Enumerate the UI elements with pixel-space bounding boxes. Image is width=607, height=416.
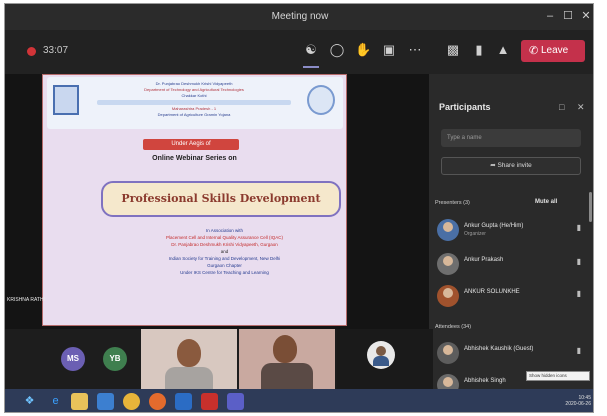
clock-date: 2020-06-26 bbox=[565, 401, 591, 407]
teams-icon[interactable] bbox=[227, 393, 244, 410]
window-titlebar: Meeting now – ☐ ✕ bbox=[5, 4, 593, 30]
camera-icon[interactable]: ▩ bbox=[445, 42, 461, 58]
participant-video-tile[interactable] bbox=[141, 329, 237, 389]
panel-scrollbar[interactable] bbox=[589, 192, 592, 222]
invite-search-input[interactable]: Type a name bbox=[441, 129, 581, 147]
participant-row[interactable]: ANKUR SOLUNKHE ▮ bbox=[437, 283, 587, 311]
person-head bbox=[177, 339, 201, 367]
header-line: Department of Agriculture Gramin Yojana bbox=[157, 112, 231, 117]
chat-icon[interactable]: ◯ bbox=[329, 42, 345, 58]
participant-video-tile[interactable] bbox=[337, 329, 433, 389]
participant-name: Ankur Gupta (He/Him) bbox=[464, 223, 524, 229]
close-panel-icon[interactable]: ✕ bbox=[577, 102, 585, 113]
avatar-initials: MS bbox=[67, 354, 79, 363]
profile-photo-shirt bbox=[373, 356, 389, 366]
active-tab-indicator bbox=[303, 66, 319, 68]
mute-all-button[interactable]: Mute all bbox=[535, 199, 557, 205]
person-body bbox=[165, 367, 213, 389]
university-logo-icon bbox=[53, 85, 79, 115]
department-seal-icon bbox=[307, 85, 335, 115]
recording-indicator-icon bbox=[27, 47, 36, 56]
window-title: Meeting now bbox=[271, 11, 329, 22]
presenters-section-header[interactable]: Presenters (3) bbox=[435, 200, 470, 206]
people-icon[interactable]: ☯ bbox=[303, 42, 319, 58]
avatar bbox=[437, 342, 459, 364]
series-title: Online Webinar Series on bbox=[152, 155, 237, 162]
leave-button[interactable]: ✆ Leave bbox=[521, 40, 585, 62]
avatar bbox=[437, 253, 459, 275]
shared-slide: Dr. Punjabrao Deshmukh Krishi Vidyapeeth… bbox=[42, 74, 347, 326]
assoc-line: Gurgaon Chapter bbox=[207, 263, 242, 268]
explorer-icon[interactable] bbox=[71, 393, 88, 410]
avatar[interactable]: MS bbox=[61, 347, 85, 371]
ie-icon[interactable]: e bbox=[47, 393, 64, 410]
shared-content-stage: Dr. Punjabrao Deshmukh Krishi Vidyapeeth… bbox=[5, 74, 429, 329]
person-body bbox=[261, 363, 313, 389]
meeting-timer: 33:07 bbox=[43, 45, 69, 56]
firefox-icon[interactable] bbox=[149, 393, 166, 410]
participant-row[interactable]: Ankur Prakash ▮ bbox=[437, 251, 587, 279]
tray-tooltip: Show hidden icons bbox=[526, 371, 590, 381]
start-icon[interactable]: ❖ bbox=[21, 393, 38, 410]
acrobat-icon[interactable] bbox=[201, 393, 218, 410]
participants-title: Participants bbox=[439, 102, 491, 112]
raise-hand-icon[interactable]: ✋ bbox=[355, 42, 371, 58]
mic-off-icon: ▮ bbox=[576, 346, 581, 355]
rooms-icon[interactable]: ▣ bbox=[381, 42, 397, 58]
association-text: In Association with Placement Cell and I… bbox=[103, 227, 346, 276]
avatar bbox=[437, 219, 459, 241]
participant-row[interactable]: Abhishek Kaushik (Guest) ▮ bbox=[437, 340, 587, 368]
outlook-icon[interactable] bbox=[175, 393, 192, 410]
aegis-banner: Under Aegis of bbox=[143, 139, 239, 150]
share-invite-label: Share invite bbox=[497, 162, 532, 169]
main-title: Professional Skills Development bbox=[101, 181, 341, 217]
popout-icon[interactable]: □ bbox=[559, 102, 564, 112]
attendees-section-header[interactable]: Attendees (34) bbox=[435, 324, 471, 330]
participant-name: Abhishek Kaushik (Guest) bbox=[464, 346, 534, 352]
mic-off-icon: ▮ bbox=[576, 289, 581, 298]
participants-panel: Participants □ ✕ Type a name ➦ Share inv… bbox=[429, 74, 593, 404]
participant-name: ANKUR SOLUNKHE bbox=[464, 289, 520, 295]
meeting-toolbar: 33:07 ☯ ◯ ✋ ▣ ⋯ ▩ ▮ ▲ ✆ Leave bbox=[5, 30, 593, 74]
phone-icon: ✆ bbox=[529, 45, 539, 57]
person-head bbox=[273, 335, 297, 363]
store-icon[interactable] bbox=[97, 393, 114, 410]
assoc-line: Under IKS Centre for Teaching and Learni… bbox=[180, 270, 269, 275]
participant-role: Organizer bbox=[464, 231, 486, 237]
profile-photo-face bbox=[376, 346, 386, 356]
maximize-button[interactable]: ☐ bbox=[561, 9, 575, 23]
mic-icon: ▮ bbox=[576, 223, 581, 232]
participant-name: Abhishek Singh bbox=[464, 378, 506, 384]
assoc-line: In Association with bbox=[205, 228, 244, 233]
assoc-line: Placement Cell and Internal Quality Assu… bbox=[165, 235, 284, 240]
avatar-initials: YB bbox=[109, 354, 121, 363]
avatar[interactable]: YB bbox=[103, 347, 127, 371]
video-strip: MS YB bbox=[5, 329, 433, 389]
participant-row[interactable]: Ankur Gupta (He/Him) Organizer ▮ bbox=[437, 217, 587, 245]
system-tray-clock[interactable]: 10:45 2020-06-26 bbox=[565, 395, 591, 407]
participant-video-tile[interactable] bbox=[239, 329, 335, 389]
screenshot-frame: Meeting now – ☐ ✕ 33:07 ☯ ◯ ✋ ▣ ⋯ ▩ ▮ ▲ … bbox=[4, 3, 594, 413]
slide-header: Dr. Punjabrao Deshmukh Krishi Vidyapeeth… bbox=[47, 77, 343, 129]
header-line: Chakkar Kothi bbox=[181, 93, 207, 98]
share-icon[interactable]: ▲ bbox=[495, 42, 511, 58]
participant-name: Ankur Prakash bbox=[464, 257, 504, 263]
leave-label: Leave bbox=[541, 45, 569, 56]
share-invite-button[interactable]: ➦ Share invite bbox=[441, 157, 581, 175]
assoc-line: Indian Society for Training and Developm… bbox=[168, 256, 281, 261]
presenter-name-label: KRISHNA RATHI bbox=[7, 297, 45, 303]
assoc-line: and bbox=[220, 249, 229, 254]
mic-off-icon: ▮ bbox=[576, 257, 581, 266]
assoc-line: Dr. Panjabrao Deshmukh Krishi Vidyapeeth… bbox=[171, 242, 278, 247]
more-icon[interactable]: ⋯ bbox=[407, 42, 423, 58]
mic-icon[interactable]: ▮ bbox=[471, 42, 487, 58]
header-bar bbox=[97, 100, 291, 105]
windows-taskbar: ❖ e 10:45 2020-06-26 bbox=[5, 389, 593, 412]
chrome-icon[interactable] bbox=[123, 393, 140, 410]
minimize-button[interactable]: – bbox=[543, 9, 557, 23]
close-button[interactable]: ✕ bbox=[579, 9, 593, 23]
avatar bbox=[437, 285, 459, 307]
slide-header-text: Dr. Punjabrao Deshmukh Krishi Vidyapeeth… bbox=[87, 81, 301, 118]
